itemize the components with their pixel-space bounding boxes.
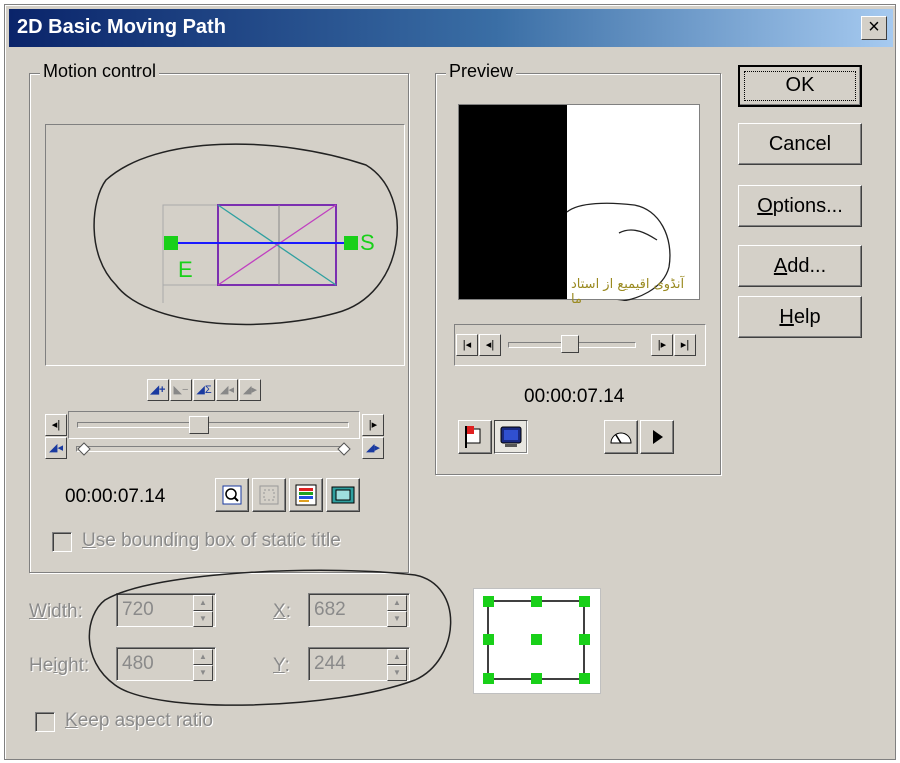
anchor-bottom[interactable]: [531, 673, 542, 684]
step-back-icon: ◂|: [485, 339, 495, 351]
options-button[interactable]: Options...: [738, 185, 862, 227]
anchor-bottom-right[interactable]: [579, 673, 590, 684]
color-button[interactable]: [289, 478, 323, 512]
monitor-icon: [500, 426, 522, 447]
monitor-button[interactable]: [494, 420, 528, 454]
safe-area-icon: [331, 486, 355, 504]
add-keyframe-icon: ◢+: [150, 384, 166, 396]
ok-button[interactable]: OK: [738, 65, 862, 107]
anchor-top[interactable]: [531, 596, 542, 607]
time-slider-track: [77, 422, 349, 428]
next-keyframe-icon: ◢▸: [243, 384, 257, 396]
flag-icon: [465, 426, 481, 448]
time-slider-thumb[interactable]: [189, 416, 209, 434]
help-button[interactable]: Help: [738, 296, 862, 338]
anchor-right[interactable]: [579, 634, 590, 645]
add-keyframe-button[interactable]: ◢+: [147, 379, 169, 401]
keep-aspect-checkbox[interactable]: [35, 712, 55, 732]
keyframe-track[interactable]: [68, 438, 360, 460]
anchor-top-left[interactable]: [483, 596, 494, 607]
preview-back-button[interactable]: ◂|: [479, 334, 501, 356]
motion-path-canvas[interactable]: E S: [45, 124, 405, 366]
preview-label: Preview: [446, 61, 517, 82]
close-button[interactable]: ×: [861, 16, 887, 40]
close-icon: ×: [868, 16, 880, 38]
preview-forward-button[interactable]: |▸: [651, 334, 673, 356]
play-icon: [653, 430, 663, 444]
previous-keyframe-button[interactable]: ◢◂: [216, 379, 238, 401]
time-slider[interactable]: [68, 411, 360, 439]
fit-icon: [259, 485, 279, 505]
anchor-grid[interactable]: [473, 588, 601, 694]
remove-keyframe-button[interactable]: ◣−: [170, 379, 192, 401]
keyframe-start-marker[interactable]: [77, 442, 91, 456]
bounding-box-checkbox[interactable]: [52, 532, 72, 552]
preview-start-button[interactable]: |◂: [456, 334, 478, 356]
next-keyframe-button[interactable]: ◢▸: [239, 379, 261, 401]
add-button[interactable]: Add...: [738, 245, 862, 287]
keyframe-end-marker[interactable]: [337, 442, 351, 456]
color-bars-icon: [295, 484, 317, 506]
remove-keyframe-icon: ◣−: [173, 384, 189, 396]
preview-mode-button[interactable]: [458, 420, 492, 454]
go-to-end-icon: ▸|: [680, 339, 690, 351]
step-forward-button[interactable]: |▸: [362, 414, 384, 436]
preview-annotation: [566, 202, 671, 301]
go-to-start-icon: |◂: [462, 339, 472, 351]
preview-end-button[interactable]: ▸|: [674, 334, 696, 356]
anchor-bottom-left[interactable]: [483, 673, 494, 684]
step-forward-icon: |▸: [657, 339, 667, 351]
preview-title-text: آنڈوی اقیمیع از استاد ما: [571, 277, 685, 307]
keyframe-markers: [77, 442, 351, 456]
anchor-top-right[interactable]: [579, 596, 590, 607]
safe-area-button[interactable]: [326, 478, 360, 512]
cancel-button[interactable]: Cancel: [738, 123, 862, 165]
step-back-button[interactable]: ◂|: [45, 414, 67, 436]
keep-aspect-label: Keep aspect ratio: [65, 710, 213, 731]
size-annotation: [88, 569, 452, 706]
preview-screen: آنڈوی اقیمیع از استاد ما: [458, 104, 700, 307]
preview-slider-thumb[interactable]: [561, 335, 579, 353]
gauge-icon: [610, 432, 632, 444]
fit-button[interactable]: [252, 478, 286, 512]
magnifier-icon: [222, 485, 242, 505]
bounding-box-label: Use bounding box of static title: [82, 530, 341, 551]
annotation-circle: [93, 143, 398, 326]
preview-timecode: 00:00:07.14: [524, 386, 625, 407]
play-button[interactable]: [640, 420, 674, 454]
title-bar[interactable]: 2D Basic Moving Path ×: [9, 9, 893, 47]
step-forward-icon: |▸: [368, 419, 378, 431]
anchor-left[interactable]: [483, 634, 494, 645]
reverse-icon: ◢Σ: [196, 384, 212, 396]
end-marker-label: E: [178, 257, 193, 282]
step-back-icon: ◂|: [51, 419, 61, 431]
speed-button[interactable]: [604, 420, 638, 454]
reverse-keyframe-button[interactable]: ◢Σ: [193, 379, 215, 401]
motion-control-group: Motion control E S ◢+ ◣− ◢Σ ◢◂ ◢▸ ◂| |▸ …: [29, 61, 409, 573]
ok-focus-ring: [744, 71, 856, 101]
motion-control-label: Motion control: [40, 61, 160, 82]
start-marker-label: S: [360, 230, 375, 255]
first-keyframe-icon: ◢◂: [49, 442, 63, 454]
zoom-button[interactable]: [215, 478, 249, 512]
motion-timecode: 00:00:07.14: [65, 486, 166, 507]
end-handle[interactable]: [164, 236, 178, 250]
start-handle[interactable]: [344, 236, 358, 250]
last-keyframe-button[interactable]: ◢▸: [362, 437, 384, 459]
first-keyframe-button[interactable]: ◢◂: [45, 437, 67, 459]
motion-path-graphic: E S: [93, 143, 398, 326]
window-title: 2D Basic Moving Path: [17, 16, 226, 38]
preview-group: Preview آنڈوی اقیمیع از استاد ما |◂ ◂| |…: [435, 61, 721, 475]
last-keyframe-icon: ◢▸: [366, 442, 380, 454]
dialog-window: 2D Basic Moving Path × Motion control E …: [4, 4, 896, 760]
anchor-grid-graphic: [483, 596, 590, 684]
anchor-center[interactable]: [531, 634, 542, 645]
prev-keyframe-icon: ◢◂: [220, 384, 234, 396]
